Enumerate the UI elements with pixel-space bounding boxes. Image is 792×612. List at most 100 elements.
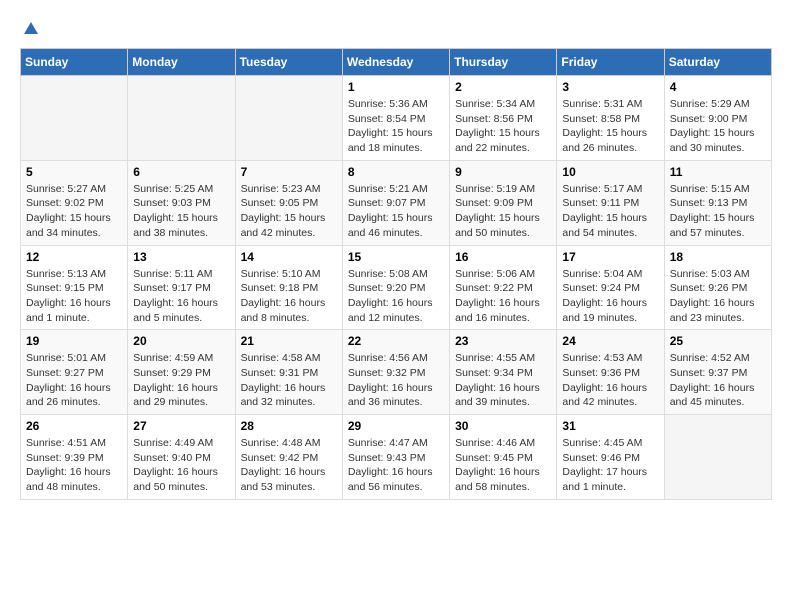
day-info: Sunrise: 5:06 AM Sunset: 9:22 PM Dayligh… xyxy=(455,267,551,326)
logo-icon xyxy=(22,20,40,38)
day-info: Sunrise: 4:51 AM Sunset: 9:39 PM Dayligh… xyxy=(26,436,122,495)
day-info: Sunrise: 4:45 AM Sunset: 9:46 PM Dayligh… xyxy=(562,436,658,495)
day-number: 14 xyxy=(241,250,337,264)
weekday-header-sunday: Sunday xyxy=(21,49,128,76)
day-info: Sunrise: 5:15 AM Sunset: 9:13 PM Dayligh… xyxy=(670,182,766,241)
day-info: Sunrise: 4:49 AM Sunset: 9:40 PM Dayligh… xyxy=(133,436,229,495)
day-number: 23 xyxy=(455,334,551,348)
day-number: 5 xyxy=(26,165,122,179)
calendar-table: SundayMondayTuesdayWednesdayThursdayFrid… xyxy=(20,48,772,500)
calendar-cell: 26 Sunrise: 4:51 AM Sunset: 9:39 PM Dayli… xyxy=(21,415,128,500)
day-info: Sunrise: 5:29 AM Sunset: 9:00 PM Dayligh… xyxy=(670,97,766,156)
calendar-cell: 12 Sunrise: 5:13 AM Sunset: 9:15 PM Dayli… xyxy=(21,245,128,330)
weekday-header-tuesday: Tuesday xyxy=(235,49,342,76)
weekday-header-friday: Friday xyxy=(557,49,664,76)
calendar-cell: 16 Sunrise: 5:06 AM Sunset: 9:22 PM Dayli… xyxy=(450,245,557,330)
day-number: 19 xyxy=(26,334,122,348)
calendar-cell: 10 Sunrise: 5:17 AM Sunset: 9:11 PM Dayli… xyxy=(557,160,664,245)
day-info: Sunrise: 4:56 AM Sunset: 9:32 PM Dayligh… xyxy=(348,351,444,410)
day-number: 1 xyxy=(348,80,444,94)
page-header xyxy=(20,20,772,38)
day-number: 15 xyxy=(348,250,444,264)
day-info: Sunrise: 5:31 AM Sunset: 8:58 PM Dayligh… xyxy=(562,97,658,156)
day-number: 7 xyxy=(241,165,337,179)
day-number: 24 xyxy=(562,334,658,348)
calendar-cell: 17 Sunrise: 5:04 AM Sunset: 9:24 PM Dayli… xyxy=(557,245,664,330)
calendar-cell: 13 Sunrise: 5:11 AM Sunset: 9:17 PM Dayli… xyxy=(128,245,235,330)
day-info: Sunrise: 5:04 AM Sunset: 9:24 PM Dayligh… xyxy=(562,267,658,326)
calendar-cell: 14 Sunrise: 5:10 AM Sunset: 9:18 PM Dayli… xyxy=(235,245,342,330)
calendar-cell: 3Sunrise: 5:31 AM Sunset: 8:58 PM Daylig… xyxy=(557,76,664,161)
calendar-cell: 31 Sunrise: 4:45 AM Sunset: 9:46 PM Dayli… xyxy=(557,415,664,500)
day-number: 10 xyxy=(562,165,658,179)
day-info: Sunrise: 5:36 AM Sunset: 8:54 PM Dayligh… xyxy=(348,97,444,156)
day-number: 20 xyxy=(133,334,229,348)
calendar-cell: 6 Sunrise: 5:25 AM Sunset: 9:03 PM Daylig… xyxy=(128,160,235,245)
day-number: 11 xyxy=(670,165,766,179)
calendar-cell: 23 Sunrise: 4:55 AM Sunset: 9:34 PM Dayli… xyxy=(450,330,557,415)
day-number: 9 xyxy=(455,165,551,179)
day-number: 21 xyxy=(241,334,337,348)
weekday-header-thursday: Thursday xyxy=(450,49,557,76)
calendar-cell: 20 Sunrise: 4:59 AM Sunset: 9:29 PM Dayli… xyxy=(128,330,235,415)
day-info: Sunrise: 5:11 AM Sunset: 9:17 PM Dayligh… xyxy=(133,267,229,326)
day-info: Sunrise: 4:59 AM Sunset: 9:29 PM Dayligh… xyxy=(133,351,229,410)
day-number: 17 xyxy=(562,250,658,264)
calendar-cell: 27Sunrise: 4:49 AM Sunset: 9:40 PM Dayli… xyxy=(128,415,235,500)
day-info: Sunrise: 5:34 AM Sunset: 8:56 PM Dayligh… xyxy=(455,97,551,156)
calendar-cell xyxy=(21,76,128,161)
calendar-cell: 9 Sunrise: 5:19 AM Sunset: 9:09 PM Daylig… xyxy=(450,160,557,245)
day-info: Sunrise: 4:55 AM Sunset: 9:34 PM Dayligh… xyxy=(455,351,551,410)
day-number: 16 xyxy=(455,250,551,264)
calendar-cell: 15 Sunrise: 5:08 AM Sunset: 9:20 PM Dayli… xyxy=(342,245,449,330)
day-number: 28 xyxy=(241,419,337,433)
day-info: Sunrise: 5:17 AM Sunset: 9:11 PM Dayligh… xyxy=(562,182,658,241)
day-info: Sunrise: 4:48 AM Sunset: 9:42 PM Dayligh… xyxy=(241,436,337,495)
calendar-cell: 1 Sunrise: 5:36 AM Sunset: 8:54 PM Daylig… xyxy=(342,76,449,161)
calendar-cell: 7 Sunrise: 5:23 AM Sunset: 9:05 PM Daylig… xyxy=(235,160,342,245)
day-number: 31 xyxy=(562,419,658,433)
day-info: Sunrise: 5:23 AM Sunset: 9:05 PM Dayligh… xyxy=(241,182,337,241)
day-number: 8 xyxy=(348,165,444,179)
calendar-cell: 28 Sunrise: 4:48 AM Sunset: 9:42 PM Dayli… xyxy=(235,415,342,500)
calendar-cell: 30 Sunrise: 4:46 AM Sunset: 9:45 PM Dayli… xyxy=(450,415,557,500)
calendar-cell: 5 Sunrise: 5:27 AM Sunset: 9:02 PM Daylig… xyxy=(21,160,128,245)
day-number: 22 xyxy=(348,334,444,348)
day-info: Sunrise: 4:46 AM Sunset: 9:45 PM Dayligh… xyxy=(455,436,551,495)
day-info: Sunrise: 4:47 AM Sunset: 9:43 PM Dayligh… xyxy=(348,436,444,495)
weekday-header-wednesday: Wednesday xyxy=(342,49,449,76)
day-info: Sunrise: 5:27 AM Sunset: 9:02 PM Dayligh… xyxy=(26,182,122,241)
day-info: Sunrise: 5:21 AM Sunset: 9:07 PM Dayligh… xyxy=(348,182,444,241)
day-info: Sunrise: 5:19 AM Sunset: 9:09 PM Dayligh… xyxy=(455,182,551,241)
day-number: 6 xyxy=(133,165,229,179)
calendar-cell xyxy=(235,76,342,161)
day-info: Sunrise: 4:58 AM Sunset: 9:31 PM Dayligh… xyxy=(241,351,337,410)
day-number: 12 xyxy=(26,250,122,264)
calendar-cell: 18 Sunrise: 5:03 AM Sunset: 9:26 PM Dayli… xyxy=(664,245,771,330)
day-number: 26 xyxy=(26,419,122,433)
day-number: 2 xyxy=(455,80,551,94)
calendar-cell: 11 Sunrise: 5:15 AM Sunset: 9:13 PM Dayli… xyxy=(664,160,771,245)
day-info: Sunrise: 5:13 AM Sunset: 9:15 PM Dayligh… xyxy=(26,267,122,326)
day-info: Sunrise: 5:25 AM Sunset: 9:03 PM Dayligh… xyxy=(133,182,229,241)
day-info: Sunrise: 5:03 AM Sunset: 9:26 PM Dayligh… xyxy=(670,267,766,326)
calendar-cell: 2 Sunrise: 5:34 AM Sunset: 8:56 PM Daylig… xyxy=(450,76,557,161)
day-number: 4 xyxy=(670,80,766,94)
calendar-cell: 4 Sunrise: 5:29 AM Sunset: 9:00 PM Daylig… xyxy=(664,76,771,161)
weekday-header-saturday: Saturday xyxy=(664,49,771,76)
day-number: 25 xyxy=(670,334,766,348)
day-info: Sunrise: 5:08 AM Sunset: 9:20 PM Dayligh… xyxy=(348,267,444,326)
day-number: 30 xyxy=(455,419,551,433)
calendar-cell xyxy=(128,76,235,161)
day-info: Sunrise: 5:01 AM Sunset: 9:27 PM Dayligh… xyxy=(26,351,122,410)
calendar-cell: 21 Sunrise: 4:58 AM Sunset: 9:31 PM Dayli… xyxy=(235,330,342,415)
day-info: Sunrise: 4:53 AM Sunset: 9:36 PM Dayligh… xyxy=(562,351,658,410)
day-number: 13 xyxy=(133,250,229,264)
day-info: Sunrise: 5:10 AM Sunset: 9:18 PM Dayligh… xyxy=(241,267,337,326)
calendar-cell: 8 Sunrise: 5:21 AM Sunset: 9:07 PM Daylig… xyxy=(342,160,449,245)
calendar-cell: 29Sunrise: 4:47 AM Sunset: 9:43 PM Dayli… xyxy=(342,415,449,500)
calendar-cell: 19 Sunrise: 5:01 AM Sunset: 9:27 PM Dayli… xyxy=(21,330,128,415)
weekday-header-monday: Monday xyxy=(128,49,235,76)
calendar-cell: 22 Sunrise: 4:56 AM Sunset: 9:32 PM Dayli… xyxy=(342,330,449,415)
day-number: 18 xyxy=(670,250,766,264)
